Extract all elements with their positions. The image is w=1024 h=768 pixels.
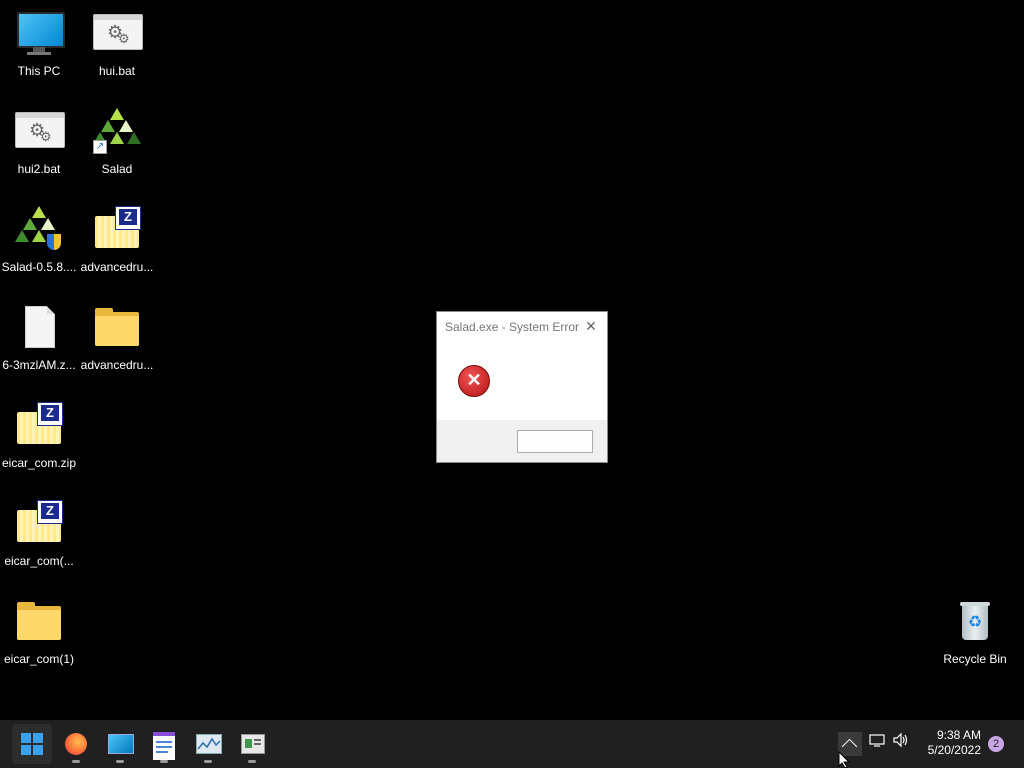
desktop-icon-hui-bat[interactable]: ⚙ ⚙ hui.bat [78, 0, 156, 94]
desktop-icon-advancedru-zip[interactable]: Z advancedru... [78, 196, 156, 290]
desktop-icon-recycle-bin[interactable]: ♻ Recycle Bin [936, 588, 1014, 682]
desktop-icon-hui2-bat[interactable]: ⚙ ⚙ hui2.bat [0, 98, 78, 192]
salad-installer-icon [15, 206, 63, 254]
desktop-icon-label: hui.bat [98, 64, 136, 78]
desktop-icon-label: This PC [17, 64, 61, 78]
desktop-icon-6-3mzlam[interactable]: 6-3mzlAM.z... [0, 294, 78, 388]
error-icon: ✕ [458, 365, 490, 397]
windows-start-icon [21, 733, 43, 755]
clock-time: 9:38 AM [936, 728, 981, 742]
mouse-cursor-icon [838, 751, 850, 768]
app-icon [241, 734, 265, 754]
desktop-icon-eicar-com-1[interactable]: eicar_com(1) [0, 588, 78, 682]
desktop-icon-this-pc[interactable]: This PC [0, 0, 78, 94]
taskbar: 9:38 AM 5/20/2022 2 [0, 720, 1024, 768]
desktop-icon-advancedru-folder[interactable]: advancedru... [78, 294, 156, 388]
clock-date: 5/20/2022 [927, 743, 981, 757]
clock[interactable]: 9:38 AM 5/20/2022 [911, 728, 981, 758]
desktop-icon-label: Recycle Bin [943, 652, 1007, 666]
taskbar-remote-desktop[interactable] [100, 724, 140, 764]
blank-file-icon [15, 304, 63, 352]
desktop-icon-salad-installer[interactable]: Salad-0.5.8.... [0, 196, 78, 290]
desktop-icon-label: Salad [101, 162, 133, 176]
zip-folder-icon: Z [93, 206, 141, 254]
folder-icon [15, 598, 63, 646]
zip-folder-icon: Z [15, 500, 63, 548]
desktop-icon-label: 6-3mzlAM.z... [2, 358, 76, 372]
recycle-bin-icon: ♻ [951, 598, 999, 646]
notepad-icon [153, 732, 175, 760]
dialog-title: Salad.exe - System Error [445, 320, 580, 334]
notification-badge[interactable]: 2 [988, 736, 1004, 752]
batch-file-icon: ⚙ ⚙ [15, 108, 65, 156]
firefox-icon [65, 733, 87, 755]
folder-icon [93, 304, 141, 352]
this-pc-icon [15, 10, 65, 58]
salad-shortcut-icon: ↗ [93, 108, 141, 156]
desktop-icon-eicar-com-zip[interactable]: Z eicar_com.zip [0, 392, 78, 486]
system-error-dialog: Salad.exe - System Error ✕ ✕ [436, 311, 608, 463]
batch-file-icon: ⚙ ⚙ [93, 10, 143, 58]
taskbar-app[interactable] [232, 724, 272, 764]
desktop-icon-label: hui2.bat [17, 162, 61, 176]
taskbar-firefox[interactable] [56, 724, 96, 764]
dialog-titlebar[interactable]: Salad.exe - System Error ✕ [437, 312, 607, 342]
dialog-footer [437, 420, 607, 462]
desktop-icon-label: eicar_com(1) [3, 652, 75, 666]
taskbar-task-manager[interactable] [188, 724, 228, 764]
desktop-icon-salad[interactable]: ↗ Salad [78, 98, 156, 192]
ok-button[interactable] [517, 430, 593, 453]
desktop-icon-label: advancedru... [80, 260, 154, 274]
zip-folder-icon: Z [15, 402, 63, 450]
network-icon[interactable] [866, 732, 888, 752]
start-button[interactable] [12, 724, 52, 764]
desktop-icon-label: eicar_com.zip [1, 456, 77, 470]
taskbar-notepad[interactable] [144, 724, 184, 764]
close-icon[interactable]: ✕ [583, 318, 599, 335]
volume-icon[interactable] [890, 732, 912, 752]
desktop-icon-label: Salad-0.5.8.... [1, 260, 77, 274]
desktop-icon-label: advancedru... [80, 358, 154, 372]
remote-desktop-icon [108, 734, 134, 754]
task-manager-icon [196, 734, 222, 754]
desktop-icon-eicar-com-copy[interactable]: Z eicar_com(... [0, 490, 78, 584]
desktop-icon-label: eicar_com(... [4, 554, 74, 568]
